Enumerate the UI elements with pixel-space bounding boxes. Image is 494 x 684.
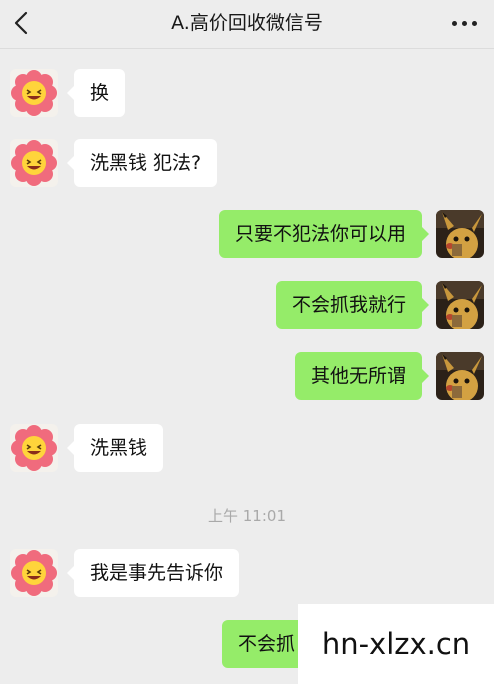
contact-avatar[interactable] (10, 69, 58, 117)
contact-avatar[interactable] (10, 424, 58, 472)
message-bubble-sent[interactable]: 只要不犯法你可以用 (218, 210, 430, 258)
contact-avatar[interactable] (10, 139, 58, 187)
chevron-left-icon[interactable] (10, 10, 36, 36)
message-bubble-received[interactable]: 换 (66, 69, 126, 117)
chat-title: A.高价回收微信号 (171, 12, 323, 34)
message-bubble-received[interactable]: 洗黑钱 (66, 424, 164, 472)
user-avatar[interactable] (436, 352, 484, 400)
message-bubble-sent[interactable]: 不会抓我就行 (275, 281, 430, 329)
message-bubble-received[interactable]: 洗黑钱 犯法? (66, 139, 218, 187)
watermark: hn-xlzx.cn (298, 604, 494, 684)
message-bubble-sent[interactable]: 其他无所谓 (294, 352, 430, 400)
message-bubble-received[interactable]: 我是事先告诉你 (66, 549, 240, 597)
more-dots-icon[interactable] (450, 12, 480, 34)
user-avatar[interactable] (436, 281, 484, 329)
message-list[interactable]: 换 洗黑钱 犯法? 只要不犯法你可以用 不会抓我就行 其他无所谓 洗黑钱 上午 … (0, 49, 494, 684)
user-avatar[interactable] (436, 210, 484, 258)
message-timestamp: 上午 11:01 (208, 507, 286, 525)
contact-avatar[interactable] (10, 549, 58, 597)
title-bar: A.高价回收微信号 (0, 0, 494, 49)
